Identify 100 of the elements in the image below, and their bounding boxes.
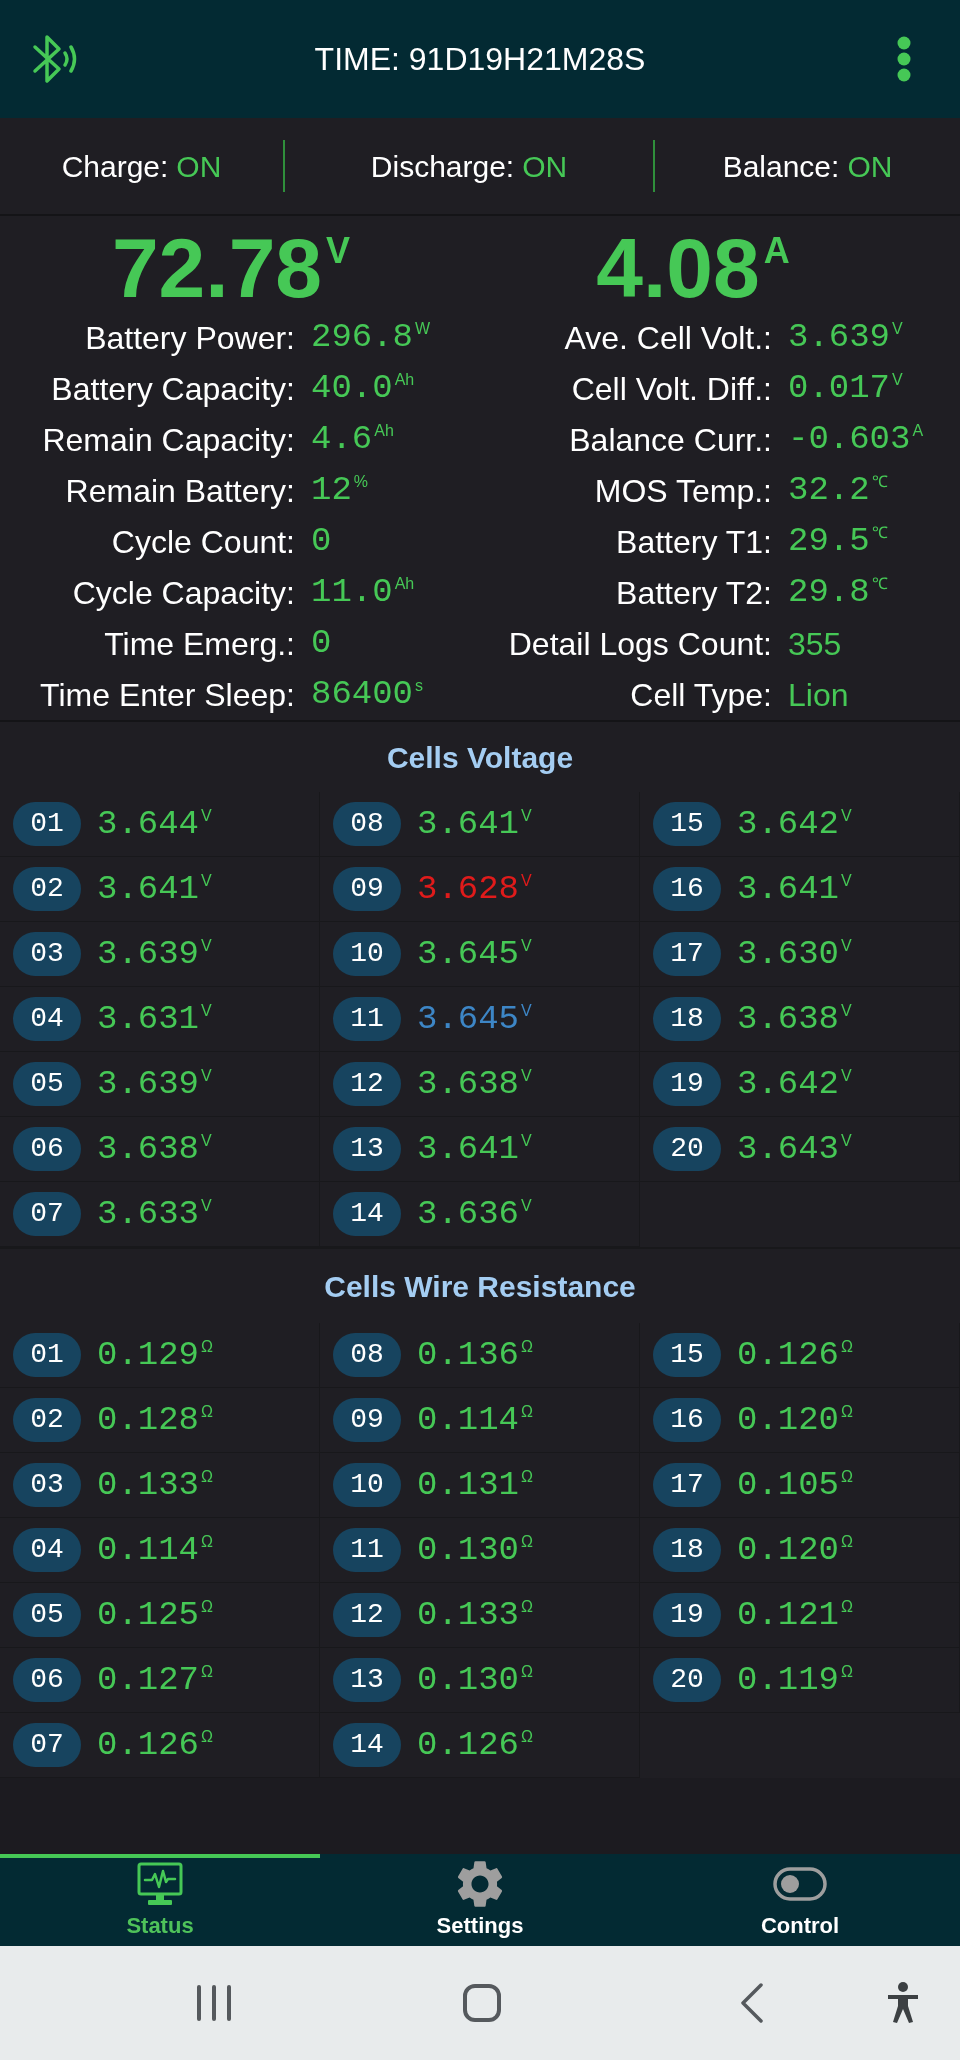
cell-resistance-value: 0.121$^{Ω}$ [737, 1594, 853, 1636]
cell-resistance-value: 0.120$^{Ω}$ [737, 1399, 853, 1441]
cell-number-badge: 05 [13, 1062, 81, 1106]
cell-number-badge: 03 [13, 1463, 81, 1507]
cell-number-badge: 06 [13, 1658, 81, 1702]
cell-voltage-value: 3.628$^{V}$ [417, 868, 532, 910]
cell-resistance-value: 0.114$^{Ω}$ [97, 1529, 213, 1571]
stat-value: 0.017$^{V}$ [788, 368, 903, 409]
cell-number-badge: 12 [333, 1062, 401, 1106]
stat-label: Remain Capacity: [41, 420, 295, 460]
cell-number-badge: 16 [653, 1398, 721, 1442]
gear-icon [457, 1861, 503, 1907]
cell-voltage-value: 3.643$^{V}$ [737, 1128, 852, 1170]
stat-value: 3.639$^{V}$ [788, 317, 903, 358]
stat-value: Lion [788, 675, 849, 715]
stat-value: 86400$^{s}$ [311, 674, 424, 715]
cell-resistance-value: 0.130$^{Ω}$ [417, 1659, 533, 1701]
nav-tab[interactable]: Control [640, 1854, 960, 1946]
stat-label: Remain Battery: [64, 471, 295, 511]
cell-number-badge: 10 [333, 932, 401, 976]
cell-number-badge: 15 [653, 802, 721, 846]
cell-resistance-value: 0.126$^{Ω}$ [737, 1334, 853, 1376]
cell-number-badge: 14 [333, 1192, 401, 1236]
switch-label: Discharge: [370, 148, 515, 185]
cell-voltage-value: 3.642$^{V}$ [737, 803, 852, 845]
cell-number-badge: 02 [13, 867, 81, 911]
stat-value: 29.5$^{℃}$ [788, 521, 888, 562]
section-title: Cells Voltage [386, 739, 574, 776]
stat-label: Battery Capacity: [50, 369, 295, 409]
cell-number-badge: 10 [333, 1463, 401, 1507]
cell-resistance-value: 0.136$^{Ω}$ [417, 1334, 533, 1376]
cell-number-badge: 04 [13, 1528, 81, 1572]
more-menu-icon[interactable] [897, 36, 911, 82]
stat-value: 0 [311, 521, 332, 562]
cell-voltage-value: 3.645$^{V}$ [417, 998, 532, 1040]
cell-resistance-value: 0.131$^{Ω}$ [417, 1464, 533, 1506]
cell-voltage-value: 3.636$^{V}$ [417, 1193, 532, 1235]
cell-voltage-value: 3.641$^{V}$ [737, 868, 852, 910]
stat-value: -0.603$^{A}$ [788, 419, 924, 460]
cell-number-badge: 14 [333, 1723, 401, 1767]
cell-number-badge: 20 [653, 1127, 721, 1171]
cell-resistance-value: 0.127$^{Ω}$ [97, 1659, 213, 1701]
cell-resistance-value: 0.119$^{Ω}$ [737, 1659, 853, 1701]
cell-number-badge: 18 [653, 997, 721, 1041]
cell-voltage-value: 3.638$^{V}$ [417, 1063, 532, 1105]
cell-number-badge: 08 [333, 1333, 401, 1377]
cell-number-badge: 07 [13, 1192, 81, 1236]
cell-voltage-value: 3.641$^{V}$ [97, 868, 212, 910]
home-icon[interactable] [463, 1984, 501, 2022]
stat-label: Balance Curr.: [568, 420, 772, 460]
cell-number-badge: 03 [13, 932, 81, 976]
switch-state: ON [522, 148, 568, 185]
cell-voltage-value: 3.641$^{V}$ [417, 1128, 532, 1170]
stat-label: Time Enter Sleep: [39, 675, 295, 715]
stat-label: Cycle Count: [110, 522, 295, 562]
nav-tab[interactable]: Settings [320, 1854, 640, 1946]
stat-label: Battery T1: [615, 522, 772, 562]
cell-resistance-value: 0.126$^{Ω}$ [417, 1724, 533, 1766]
stat-label: Battery Power: [84, 318, 295, 358]
cell-number-badge: 11 [333, 997, 401, 1041]
stat-label: Detail Logs Count: [507, 624, 772, 664]
switch-label: Balance: [722, 148, 840, 185]
stat-value: 355 [788, 624, 842, 664]
cell-resistance-value: 0.129$^{Ω}$ [97, 1334, 213, 1376]
cell-voltage-value: 3.631$^{V}$ [97, 998, 212, 1040]
back-icon[interactable] [740, 1983, 764, 2023]
three-lines-icon[interactable] [196, 1985, 232, 2021]
cell-resistance-value: 0.105$^{Ω}$ [737, 1464, 853, 1506]
cell-number-badge: 19 [653, 1593, 721, 1637]
cell-number-badge: 01 [13, 802, 81, 846]
stat-label: Ave. Cell Volt.: [563, 318, 772, 358]
section-title: Cells Wire Resistance [324, 1268, 636, 1305]
cell-voltage-value: 3.639$^{V}$ [97, 1063, 212, 1105]
cell-voltage-value: 3.630$^{V}$ [737, 933, 852, 975]
cell-number-badge: 16 [653, 867, 721, 911]
switch-state: ON [176, 148, 222, 185]
uptime-title: TIME: 91D19H21M28S [314, 40, 646, 79]
cell-number-badge: 17 [653, 1463, 721, 1507]
cell-number-badge: 01 [13, 1333, 81, 1377]
person-icon[interactable] [886, 1982, 920, 2024]
cell-number-badge: 20 [653, 1658, 721, 1702]
cell-number-badge: 15 [653, 1333, 721, 1377]
cell-number-badge: 04 [13, 997, 81, 1041]
main-reading: 72.78$^{V}$ [111, 226, 351, 310]
cell-resistance-value: 0.125$^{Ω}$ [97, 1594, 213, 1636]
cell-number-badge: 11 [333, 1528, 401, 1572]
stat-value: 0 [311, 623, 332, 664]
stat-value: 4.6$^{Ah}$ [311, 419, 394, 460]
cell-number-badge: 07 [13, 1723, 81, 1767]
stat-label: Cell Type: [629, 675, 772, 715]
cell-voltage-value: 3.638$^{V}$ [737, 998, 852, 1040]
cell-voltage-value: 3.644$^{V}$ [97, 803, 212, 845]
toggle-switch-icon [773, 1867, 827, 1901]
cell-number-badge: 08 [333, 802, 401, 846]
stat-label: Cycle Capacity: [71, 573, 295, 613]
cell-resistance-value: 0.128$^{Ω}$ [97, 1399, 213, 1441]
cell-number-badge: 06 [13, 1127, 81, 1171]
stat-value: 11.0$^{Ah}$ [311, 572, 415, 613]
switch-state: ON [847, 148, 893, 185]
main-reading: 4.08$^{A}$ [596, 226, 790, 310]
